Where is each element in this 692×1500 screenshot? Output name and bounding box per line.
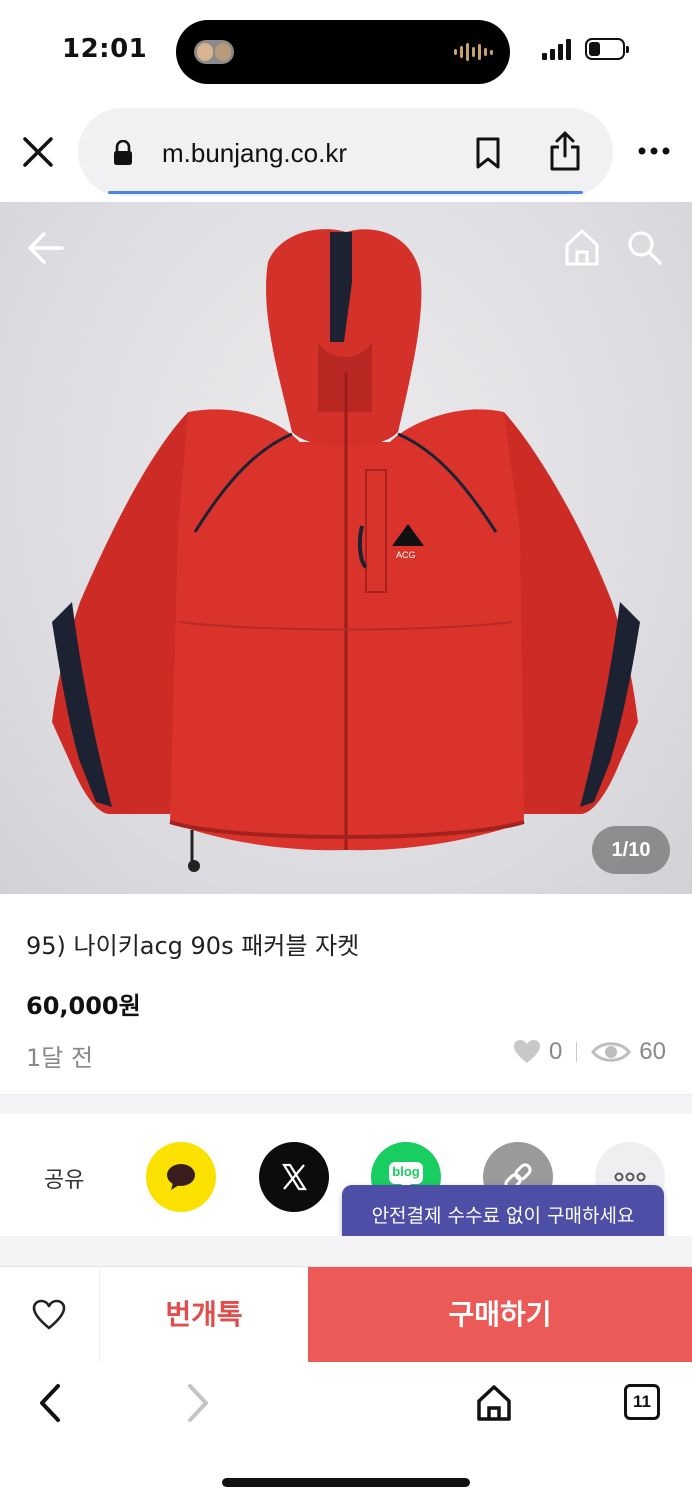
section-divider (0, 1094, 692, 1114)
stats-divider (576, 1042, 578, 1062)
cellular-signal-icon (542, 38, 571, 60)
page-load-progress (108, 191, 583, 194)
product-info: 95) 나이키acg 90s 패커블 자켓 60,000원 1달 전 0 60 (0, 894, 692, 1094)
bungae-talk-button[interactable]: 번개톡 (100, 1267, 308, 1363)
kakaotalk-icon (167, 1164, 195, 1190)
back-arrow-icon[interactable] (24, 228, 68, 268)
posted-time: 1달 전 (26, 1044, 94, 1072)
heart-outline-icon (32, 1299, 66, 1330)
section-divider (0, 1236, 692, 1266)
like-count: 0 (548, 1038, 563, 1065)
nav-home-icon[interactable] (474, 1382, 514, 1424)
more-options-icon[interactable] (636, 140, 672, 162)
product-stats: 0 60 (513, 1038, 666, 1066)
dynamic-island (176, 20, 510, 84)
share-kakaotalk-button[interactable] (146, 1142, 216, 1212)
photo-counter: 1/10 (592, 826, 670, 874)
battery-icon (585, 38, 629, 60)
action-bar: 번개톡 구매하기 (0, 1266, 692, 1363)
blog-icon-text: blog (392, 1164, 420, 1179)
eye-icon (591, 1042, 632, 1062)
home-icon[interactable] (562, 226, 602, 268)
wishlist-button[interactable] (0, 1267, 100, 1363)
share-label: 공유 (44, 1168, 85, 1193)
jacket-image: ACG (52, 229, 640, 872)
audio-wave-icon (454, 42, 493, 62)
nav-back-icon[interactable] (34, 1382, 66, 1424)
svg-text:ACG: ACG (396, 550, 416, 560)
product-title: 95) 나이키acg 90s 패커블 자켓 (26, 932, 360, 960)
nav-forward-icon[interactable] (182, 1382, 214, 1424)
url-text: m.bunjang.co.kr (162, 138, 347, 168)
product-price: 60,000원 (26, 992, 141, 1020)
x-icon (282, 1163, 307, 1191)
share-icon[interactable] (548, 130, 582, 172)
home-indicator (222, 1478, 470, 1487)
close-icon[interactable] (20, 134, 56, 170)
view-count: 60 (639, 1038, 666, 1065)
call-avatar-icon (194, 40, 234, 64)
status-time: 12:01 (62, 34, 148, 64)
browser-toolbar: 11 (0, 1362, 692, 1500)
search-icon[interactable] (624, 226, 664, 268)
bookmark-icon[interactable] (474, 136, 502, 170)
lock-icon (114, 140, 132, 165)
product-photo[interactable]: ACG 1/10 (0, 202, 692, 894)
url-field[interactable]: m.bunjang.co.kr (78, 108, 613, 196)
status-bar: 12:01 (0, 0, 692, 100)
browser-address-bar: m.bunjang.co.kr (0, 100, 692, 202)
buy-button[interactable]: 구매하기 (308, 1267, 692, 1363)
share-x-button[interactable] (259, 1142, 329, 1212)
heart-icon (513, 1040, 540, 1063)
tabs-count-button[interactable]: 11 (624, 1384, 660, 1420)
